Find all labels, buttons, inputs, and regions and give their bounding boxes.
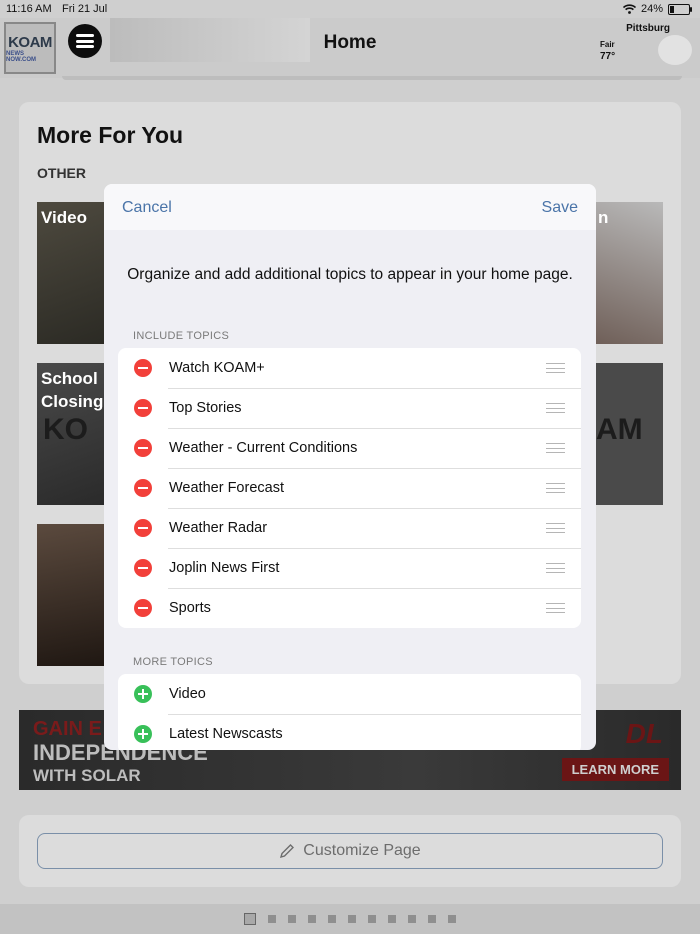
tile-logo-image: KO: [43, 413, 88, 446]
topic-label: Weather Radar: [169, 520, 268, 536]
tile-right-1[interactable]: n: [594, 202, 663, 344]
app-header: KOAM NEWS NOW.COM Home Pittsburg Fair 77…: [0, 18, 700, 80]
moon-icon: [658, 35, 692, 65]
tile-caption: Video: [41, 208, 87, 227]
include-topics-list: Watch KOAM+ Top Stories Weather - Current …: [118, 348, 581, 628]
topic-row[interactable]: Latest Newscasts: [118, 714, 581, 750]
modal-intro: Organize and add additional topics to ap…: [127, 266, 573, 283]
page-dot[interactable]: [268, 915, 276, 923]
status-time: 11:16 AM: [6, 3, 52, 15]
weather-temp: 77°: [600, 51, 616, 62]
section-subtitle: OTHER: [37, 165, 86, 181]
drag-handle-icon[interactable]: [546, 483, 565, 493]
topic-row[interactable]: Joplin News First: [118, 548, 581, 588]
remove-icon[interactable]: [134, 479, 152, 497]
tile-video[interactable]: Video: [37, 202, 107, 344]
ad-cta[interactable]: LEARN MORE: [561, 758, 669, 781]
remove-icon[interactable]: [134, 559, 152, 577]
more-topics-header: MORE TOPICS: [133, 656, 213, 668]
pencil-icon: [280, 844, 295, 859]
topic-row[interactable]: Video: [118, 674, 581, 714]
page-dot[interactable]: [428, 915, 436, 923]
page-dot[interactable]: [288, 915, 296, 923]
page-dot[interactable]: [368, 915, 376, 923]
page-dot[interactable]: [328, 915, 336, 923]
topic-label: Weather - Current Conditions: [169, 440, 358, 456]
tile-school-closings[interactable]: School Closings KO: [37, 363, 107, 505]
customize-topics-modal: Cancel Save Organize and add additional …: [104, 184, 596, 750]
section-title: More For You: [37, 122, 184, 148]
topic-label: Top Stories: [169, 400, 242, 416]
topic-row[interactable]: Weather Forecast: [118, 468, 581, 508]
topic-label: Latest Newscasts: [169, 726, 283, 742]
page-dot[interactable]: [448, 915, 456, 923]
drag-handle-icon[interactable]: [546, 403, 565, 413]
tile-caption-line1: School: [41, 369, 98, 388]
modal-nav-bar: Cancel Save: [104, 184, 596, 230]
topic-label: Sports: [169, 600, 211, 616]
save-button[interactable]: Save: [542, 199, 578, 217]
tile-caption-line2: Closings: [41, 392, 107, 411]
remove-icon[interactable]: [134, 439, 152, 457]
ad-line3: WITH SOLAR: [33, 766, 141, 785]
customize-label: Customize Page: [303, 842, 421, 859]
drag-handle-icon[interactable]: [546, 523, 565, 533]
battery-icon: [668, 3, 692, 15]
page-dot[interactable]: [348, 915, 356, 923]
status-date: Fri 21 Jul: [62, 3, 108, 15]
drag-handle-icon[interactable]: [546, 443, 565, 453]
tile-crowd-image[interactable]: [37, 524, 107, 666]
remove-icon[interactable]: [134, 399, 152, 417]
topic-label: Weather Forecast: [169, 480, 284, 496]
topic-row[interactable]: Top Stories: [118, 388, 581, 428]
page-dot[interactable]: [408, 915, 416, 923]
page-dot[interactable]: [244, 913, 256, 925]
topic-label: Video: [169, 686, 206, 702]
drag-handle-icon[interactable]: [546, 363, 565, 373]
ad-line1: GAIN E: [33, 718, 102, 740]
include-topics-header: INCLUDE TOPICS: [133, 330, 230, 342]
drag-handle-icon[interactable]: [546, 563, 565, 573]
topic-label: Joplin News First: [169, 560, 280, 576]
header-divider: [62, 76, 682, 80]
page-dot[interactable]: [308, 915, 316, 923]
weather-condition: Fair: [600, 40, 615, 49]
tile-right-2[interactable]: AM: [594, 363, 663, 505]
more-topics-list: Video Latest Newscasts: [118, 674, 581, 750]
remove-icon[interactable]: [134, 359, 152, 377]
drag-handle-icon[interactable]: [546, 603, 565, 613]
add-icon[interactable]: [134, 685, 152, 703]
page-indicator[interactable]: [0, 904, 700, 934]
topic-row[interactable]: Sports: [118, 588, 581, 628]
wifi-icon: [622, 4, 636, 14]
tile-logo-image: AM: [596, 413, 643, 446]
remove-icon[interactable]: [134, 519, 152, 537]
add-icon[interactable]: [134, 725, 152, 743]
cancel-button[interactable]: Cancel: [122, 199, 172, 217]
customize-page-button[interactable]: Customize Page: [37, 833, 663, 869]
tile-caption: School Closings: [41, 367, 107, 413]
page-dot[interactable]: [388, 915, 396, 923]
topic-row[interactable]: Weather Radar: [118, 508, 581, 548]
topic-row[interactable]: Weather - Current Conditions: [118, 428, 581, 468]
topic-label: Watch KOAM+: [169, 360, 265, 376]
ad-brand: DL: [625, 718, 663, 749]
tile-caption: n: [598, 208, 609, 227]
status-right: 24%: [622, 3, 692, 15]
weather-city: Pittsburg: [626, 23, 670, 34]
weather-widget[interactable]: Pittsburg Fair 77°: [590, 23, 692, 65]
battery-fill: [670, 5, 675, 13]
remove-icon[interactable]: [134, 599, 152, 617]
topic-row[interactable]: Watch KOAM+: [118, 348, 581, 388]
status-bar: 11:16 AM Fri 21 Jul 24%: [0, 0, 700, 18]
battery-percent: 24%: [640, 3, 663, 15]
